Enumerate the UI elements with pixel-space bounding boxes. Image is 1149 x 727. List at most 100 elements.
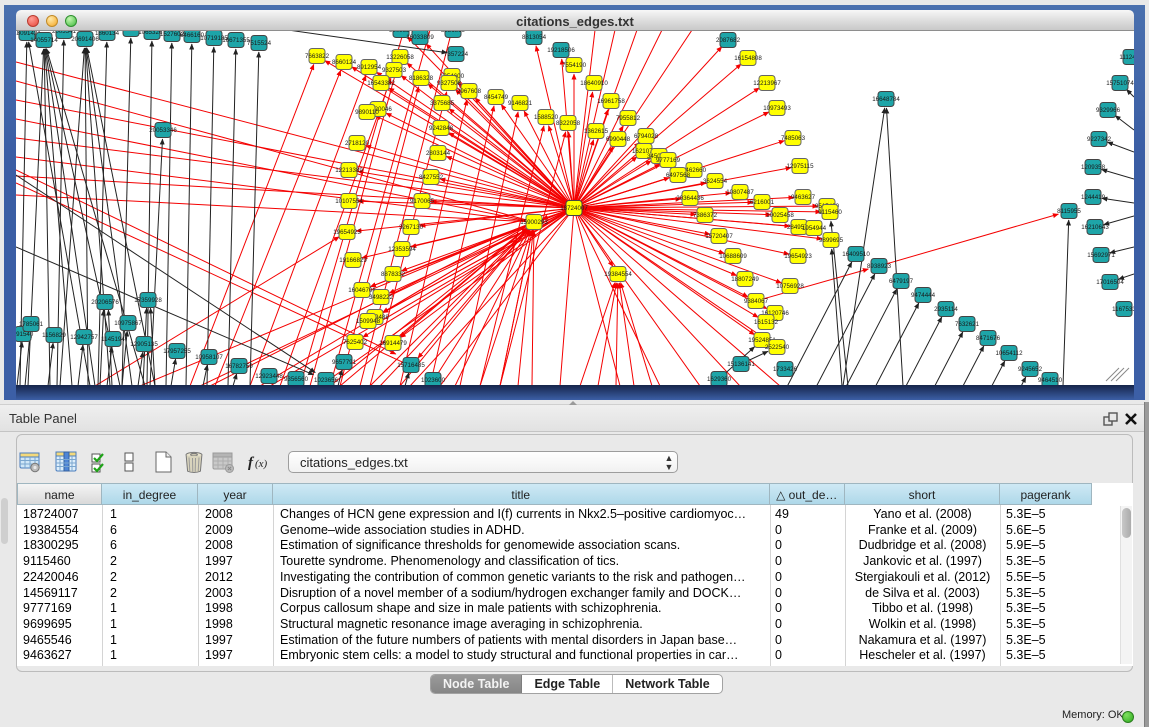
svg-text:7515524: 7515524 — [247, 40, 272, 47]
svg-text:10975867: 10975867 — [114, 320, 142, 327]
svg-text:1156829: 1156829 — [42, 332, 66, 339]
svg-text:3375685: 3375685 — [430, 100, 455, 107]
svg-text:8186328: 8186328 — [409, 75, 434, 82]
svg-text:1629360: 1629360 — [707, 376, 732, 383]
svg-text:9115460: 9115460 — [818, 209, 842, 216]
svg-text:8878332: 8878332 — [381, 271, 406, 278]
svg-text:7357224: 7357224 — [444, 51, 469, 58]
svg-text:12353594: 12353594 — [388, 246, 416, 253]
svg-text:17957255: 17957255 — [163, 348, 191, 355]
svg-text:19654923: 19654923 — [333, 229, 361, 236]
svg-text:7663822: 7663822 — [305, 53, 330, 60]
svg-text:8938923: 8938923 — [867, 263, 892, 270]
svg-text:19166829: 19166829 — [339, 257, 367, 264]
svg-text:2522540: 2522540 — [765, 344, 790, 351]
svg-text:12975115: 12975115 — [786, 163, 814, 170]
svg-text:2935114: 2935114 — [934, 306, 958, 313]
svg-text:8813054: 8813054 — [522, 34, 547, 41]
svg-text:12213389: 12213389 — [335, 167, 363, 174]
svg-text:10807487: 10807487 — [726, 189, 754, 196]
svg-text:1733426: 1733426 — [773, 366, 798, 373]
svg-text:15136141: 15136141 — [727, 361, 755, 368]
svg-text:20206576: 20206576 — [91, 299, 119, 306]
svg-text:9170065: 9170065 — [410, 198, 435, 205]
svg-text:8521819: 8521819 — [441, 31, 466, 34]
svg-text:18724007: 18724007 — [560, 205, 588, 212]
svg-text:16648784: 16648784 — [872, 96, 900, 103]
svg-text:14055714: 14055714 — [30, 37, 58, 44]
svg-text:15751074: 15751074 — [1106, 80, 1134, 87]
svg-text:10973493: 10973493 — [763, 105, 791, 112]
svg-text:10025458: 10025458 — [766, 212, 794, 219]
svg-text:7625402: 7625402 — [343, 339, 368, 346]
svg-text:1023656: 1023656 — [314, 377, 339, 384]
svg-text:3267130: 3267130 — [399, 224, 424, 231]
svg-text:10958107: 10958107 — [195, 354, 223, 361]
svg-text:9384067: 9384067 — [744, 298, 769, 305]
svg-text:20053346: 20053346 — [149, 127, 177, 134]
svg-text:18640910: 18640910 — [580, 80, 608, 87]
svg-text:7554190: 7554190 — [562, 62, 587, 69]
svg-text:6479197: 6479197 — [889, 278, 914, 285]
svg-text:1362615: 1362615 — [584, 128, 609, 135]
svg-text:f: f — [248, 455, 255, 471]
svg-text:1509948: 1509948 — [356, 318, 381, 325]
svg-text:16046706: 16046706 — [348, 287, 376, 294]
svg-text:1785061: 1785061 — [19, 321, 44, 328]
svg-text:16961758: 16961758 — [597, 98, 625, 105]
svg-text:16154808: 16154808 — [734, 55, 762, 62]
svg-text:2967608: 2967608 — [457, 88, 482, 95]
svg-text:8912954: 8912954 — [357, 64, 382, 71]
svg-text:13226058: 13226058 — [386, 54, 414, 61]
svg-text:16782759: 16782759 — [225, 363, 253, 370]
svg-text:12942757: 12942757 — [70, 334, 98, 341]
svg-text:16409510: 16409510 — [842, 251, 870, 258]
svg-text:17016504: 17016504 — [1096, 279, 1124, 286]
svg-text:8660124: 8660124 — [332, 59, 357, 66]
svg-text:8454749: 8454749 — [484, 94, 509, 101]
svg-text:9242848: 9242848 — [429, 125, 454, 132]
svg-text:9463627: 9463627 — [791, 194, 816, 201]
svg-text:8427552: 8427552 — [419, 174, 444, 181]
svg-text:19218506: 19218506 — [547, 47, 575, 54]
svg-text:9327508: 9327508 — [437, 80, 462, 87]
svg-text:6794028: 6794028 — [634, 133, 659, 140]
svg-text:2087682: 2087682 — [716, 37, 741, 44]
svg-text:2803144: 2803144 — [426, 150, 451, 157]
svg-text:3624554: 3624554 — [703, 178, 728, 185]
svg-text:9777169: 9777169 — [656, 157, 681, 164]
svg-text:8471676: 8471676 — [976, 335, 1001, 342]
svg-text:10688609: 10688609 — [719, 253, 747, 260]
svg-text:3498222: 3498222 — [369, 294, 394, 301]
svg-text:9327503: 9327503 — [382, 67, 407, 74]
svg-text:1145194: 1145194 — [101, 336, 125, 343]
svg-text:1588520: 1588520 — [534, 114, 559, 121]
svg-text:8322058: 8322058 — [556, 120, 581, 127]
svg-text:9464510: 9464510 — [1038, 377, 1063, 384]
svg-text:2718120: 2718120 — [345, 140, 370, 147]
svg-text:15900293: 15900293 — [520, 219, 548, 226]
svg-text:6990448: 6990448 — [606, 136, 631, 143]
svg-text:12905135: 12905135 — [130, 341, 158, 348]
svg-text:16543382: 16543382 — [367, 80, 395, 87]
svg-text:7386372: 7386372 — [693, 212, 718, 219]
svg-text:9146821: 9146821 — [508, 100, 533, 107]
svg-text:9899695: 9899695 — [819, 237, 844, 244]
svg-text:1244419: 1244419 — [1081, 194, 1106, 201]
svg-text:15692971: 15692971 — [1087, 252, 1115, 259]
svg-text:16210643: 16210643 — [1081, 224, 1109, 231]
svg-text:1112490: 1112490 — [1119, 54, 1134, 61]
svg-text:19654923: 19654923 — [784, 253, 812, 260]
svg-text:20691406: 20691406 — [71, 36, 99, 43]
svg-text:12923448: 12923448 — [255, 373, 283, 380]
svg-text:2003341: 2003341 — [52, 31, 77, 35]
svg-text:1023600: 1023600 — [421, 377, 446, 384]
svg-text:9227342: 9227342 — [1087, 136, 1112, 143]
svg-text:1209358: 1209358 — [1081, 164, 1106, 171]
svg-text:17359928: 17359928 — [134, 297, 162, 304]
svg-text:9245652: 9245652 — [1018, 366, 1043, 373]
svg-text:9356560: 9356560 — [284, 376, 309, 383]
svg-text:16033809: 16033809 — [406, 34, 434, 41]
svg-text:7632621: 7632621 — [955, 321, 980, 328]
svg-text:18807249: 18807249 — [731, 276, 759, 283]
